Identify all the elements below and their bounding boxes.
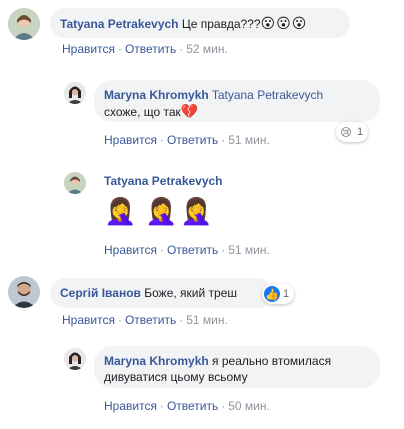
like-link[interactable]: Нравится	[62, 42, 115, 56]
like-link[interactable]: Нравится	[62, 313, 115, 327]
comment-author[interactable]: Maryna Khromykh	[104, 88, 209, 102]
comment-text: Боже, який треш	[144, 286, 237, 300]
comment-time[interactable]: 51 мин.	[186, 313, 228, 327]
comment-author[interactable]: Tatyana Petrakevych	[104, 174, 223, 188]
comment-author[interactable]: Сергій Іванов	[60, 286, 141, 300]
avatar-tatyana[interactable]	[8, 8, 40, 40]
comment-text: Це правда???	[181, 17, 261, 31]
comment-time[interactable]: 51 мин.	[228, 133, 270, 147]
facepalm-icon: 🤦‍♀️	[145, 196, 178, 226]
thumbs-up-icon: 👍	[264, 286, 280, 302]
comment-actions: Нравится · Ответить · 52 мин.	[62, 42, 228, 56]
comment-bubble: Maryna Khromykh я реально втомилася диву…	[94, 346, 380, 388]
reply-link[interactable]: Ответить	[167, 243, 218, 257]
avatar-tatyana[interactable]	[64, 172, 86, 194]
comment-time[interactable]: 52 мин.	[186, 42, 228, 56]
comment-text: схоже, що так	[104, 105, 181, 119]
reaction-count: 1	[283, 288, 290, 300]
comment-actions: Нравится · Ответить · 50 мин.	[104, 399, 270, 413]
reply-link[interactable]: Ответить	[125, 42, 176, 56]
broken-heart-icon: 💔	[180, 103, 200, 119]
reaction-summary[interactable]: 👍 1	[262, 284, 295, 304]
facepalm-icon: 🤦‍♀️	[104, 196, 137, 226]
comment-actions: Нравится · Ответить · 51 мин.	[104, 133, 270, 147]
like-link[interactable]: Нравится	[104, 243, 157, 257]
facepalm-icon: 🤦‍♀️	[180, 196, 213, 226]
comment-actions: Нравится · Ответить · 51 мин.	[62, 313, 228, 327]
avatar-sergii[interactable]	[8, 276, 40, 308]
comment-bubble: Maryna Khromykh Tatyana Petrakevych схож…	[94, 80, 380, 122]
comment-time[interactable]: 50 мин.	[228, 399, 270, 413]
comment-emoji: 😮😮😮	[260, 15, 308, 31]
comment-bubble: Tatyana Petrakevych Це правда???😮😮😮	[50, 8, 350, 38]
comment-author[interactable]: Tatyana Petrakevych	[60, 17, 179, 31]
reply-link[interactable]: Ответить	[167, 399, 218, 413]
comment-actions: Нравится · Ответить · 51 мин.	[104, 243, 270, 257]
mention-link[interactable]: Tatyana Petrakevych	[212, 88, 323, 102]
reaction-count: 1	[357, 126, 364, 138]
crying-face-icon: 😢	[340, 126, 352, 139]
reply-link[interactable]: Ответить	[125, 313, 176, 327]
avatar-maryna[interactable]	[64, 82, 86, 104]
avatar-maryna[interactable]	[64, 348, 86, 370]
like-link[interactable]: Нравится	[104, 399, 157, 413]
reply-link[interactable]: Ответить	[167, 133, 218, 147]
comment-bubble: Сергій Іванов Боже, який треш	[50, 278, 272, 308]
like-link[interactable]: Нравится	[104, 133, 157, 147]
comment-author[interactable]: Maryna Khromykh	[104, 354, 209, 368]
comment-time[interactable]: 51 мин.	[228, 243, 270, 257]
reaction-summary[interactable]: 😢 1	[336, 122, 369, 142]
